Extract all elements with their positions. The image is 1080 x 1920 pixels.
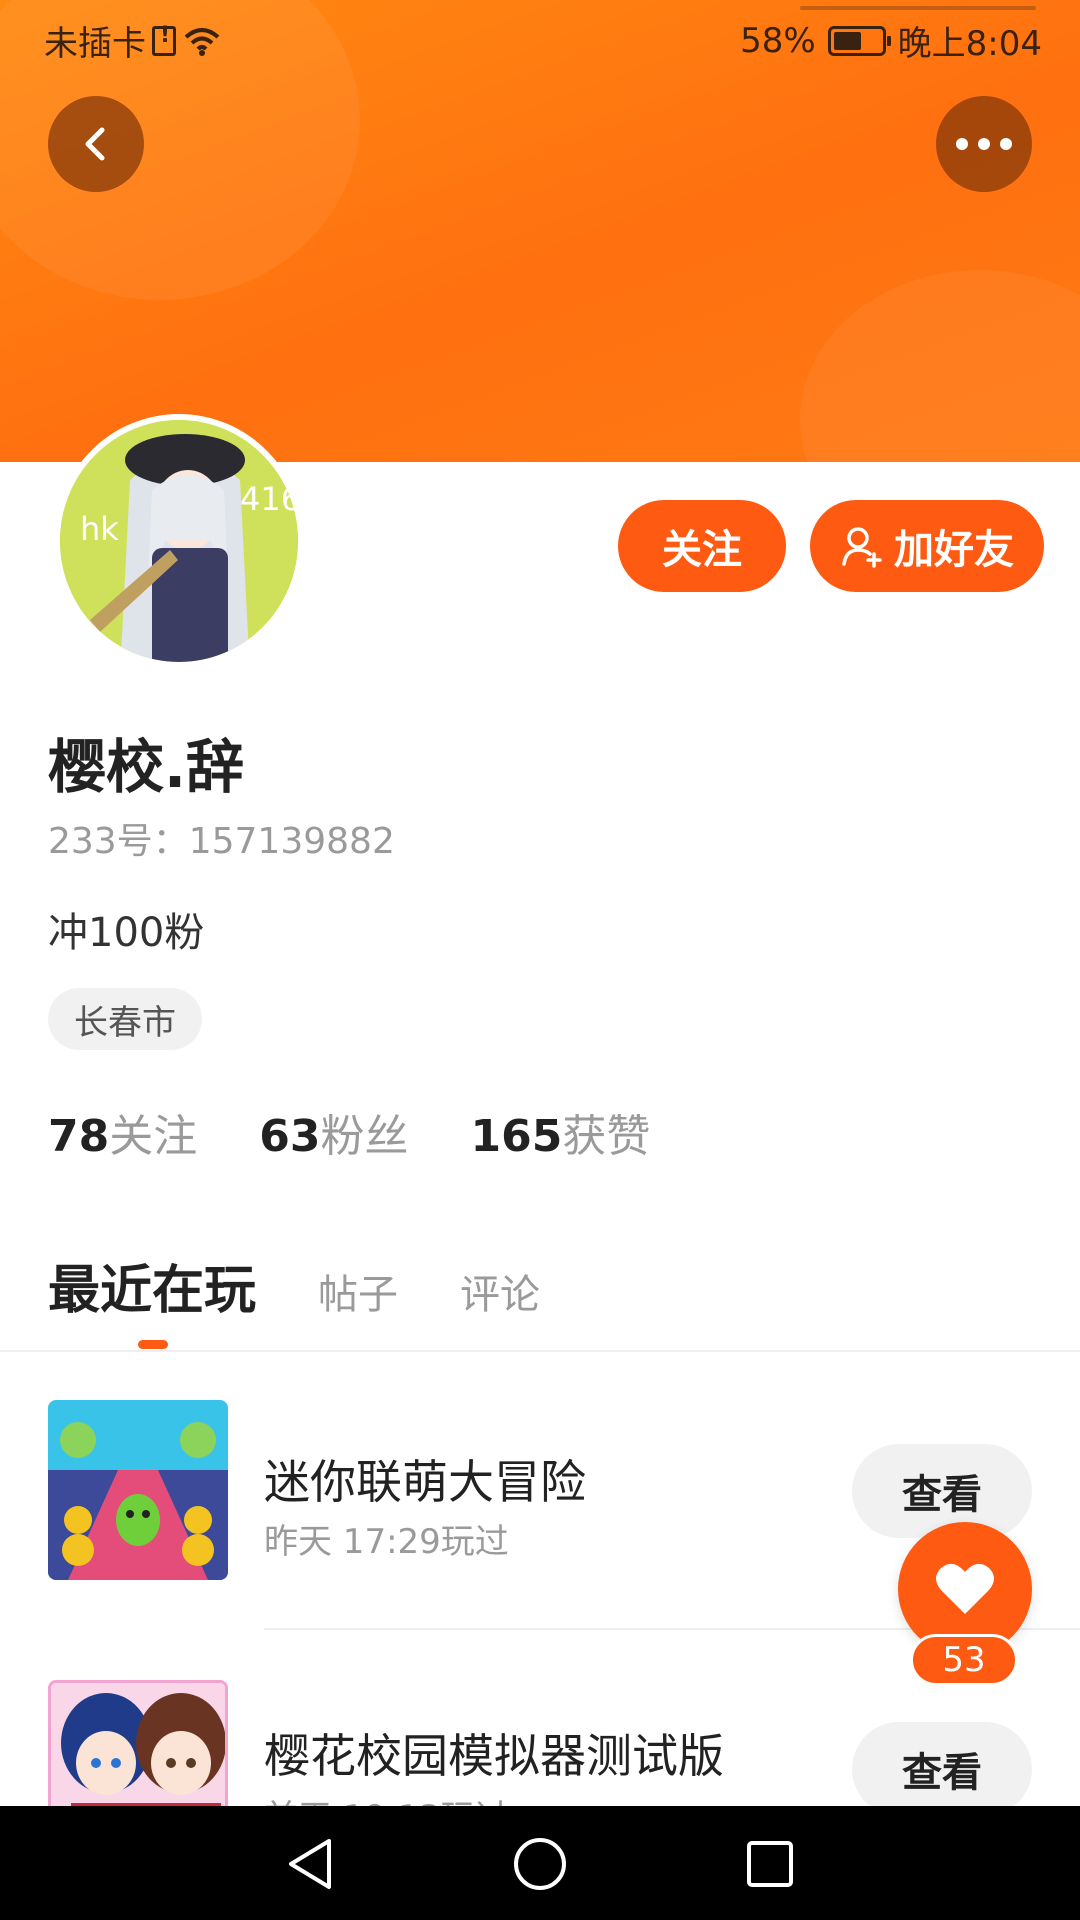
more-button[interactable] — [936, 96, 1032, 192]
avatar-text-hk: hk — [80, 510, 119, 548]
clock-time: 晚上8:04 — [897, 24, 1042, 64]
nav-back-button[interactable] — [280, 1834, 340, 1894]
carrier-text: 未插卡 — [44, 24, 146, 64]
header-decor-circle — [800, 270, 1080, 462]
tab-comments[interactable]: 评论 — [460, 1262, 540, 1320]
stat-likes-label: 获赞 — [562, 1111, 651, 1162]
tabs-divider — [0, 1350, 1080, 1352]
tab-recently-played[interactable]: 最近在玩 — [48, 1248, 256, 1323]
profile-bio: 冲100粉 — [48, 910, 205, 956]
battery-fill — [833, 31, 861, 50]
avatar-text-416: 416 — [240, 480, 301, 518]
view-button[interactable]: 查看 — [852, 1722, 1032, 1816]
stat-fans-label: 粉丝 — [320, 1111, 409, 1162]
person-add-icon — [842, 527, 882, 568]
more-dots-icon — [956, 138, 1012, 150]
tab-posts[interactable]: 帖子 — [318, 1262, 398, 1320]
back-button[interactable] — [48, 96, 144, 192]
view-button[interactable]: 查看 — [852, 1444, 1032, 1538]
profile-tabs: 最近在玩 帖子 评论 — [48, 1248, 540, 1323]
like-count: 53 — [942, 1640, 986, 1680]
status-left: 未插卡 — [44, 16, 222, 65]
stat-following[interactable]: 78关注 — [48, 1100, 197, 1164]
profile-uid: 233号：157139882 — [48, 821, 395, 862]
add-friend-label: 加好友 — [894, 527, 1014, 573]
profile-stats: 78关注 63粉丝 165获赞 — [48, 1100, 650, 1164]
chevron-left-icon — [85, 127, 105, 161]
profile-nickname: 樱校.辞 — [48, 733, 245, 801]
system-nav-bar — [0, 1806, 1080, 1920]
status-progress-line — [800, 6, 1036, 10]
nav-recent-button[interactable] — [740, 1834, 800, 1894]
stat-fans[interactable]: 63粉丝 — [259, 1100, 408, 1164]
square-recent-icon — [747, 1841, 793, 1887]
status-right: 58% 晚上8:04 — [740, 16, 1042, 65]
game-icon-mini-adventure — [48, 1400, 228, 1580]
location-tag: 长春市 — [48, 988, 202, 1050]
heart-icon — [936, 1563, 994, 1614]
tab-active-indicator — [138, 1340, 168, 1349]
game-title: 迷你联萌大冒险 — [264, 1455, 586, 1509]
battery-icon — [827, 25, 891, 56]
follow-button[interactable]: 关注 — [618, 500, 786, 592]
game-last-played: 昨天 17:29玩过 — [264, 1522, 509, 1562]
nav-home-button[interactable] — [510, 1834, 570, 1894]
view-button-label: 查看 — [902, 1750, 982, 1796]
stat-fans-count: 63 — [259, 1111, 321, 1162]
status-bar: 未插卡 58% 晚上8:04 — [0, 0, 1080, 76]
battery-percent: 58% — [740, 20, 816, 61]
avatar[interactable]: hk 416 — [54, 414, 304, 668]
follow-label: 关注 — [662, 527, 742, 573]
game-title: 樱花校园模拟器测试版 — [264, 1729, 724, 1783]
triangle-back-icon — [289, 1839, 331, 1889]
stat-following-label: 关注 — [109, 1111, 198, 1162]
circle-home-icon — [514, 1838, 566, 1890]
stat-likes[interactable]: 165获赞 — [470, 1100, 650, 1164]
stat-likes-count: 165 — [470, 1111, 563, 1162]
like-count-badge: 53 — [910, 1634, 1018, 1686]
view-button-label: 查看 — [902, 1472, 982, 1518]
sim-alert-icon — [152, 23, 176, 56]
add-friend-button[interactable]: 加好友 — [810, 500, 1044, 592]
wifi-icon — [184, 27, 220, 56]
stat-following-count: 78 — [48, 1111, 110, 1162]
avatar-illustration: hk 416 — [60, 420, 301, 662]
location-label: 长春市 — [74, 1002, 176, 1043]
